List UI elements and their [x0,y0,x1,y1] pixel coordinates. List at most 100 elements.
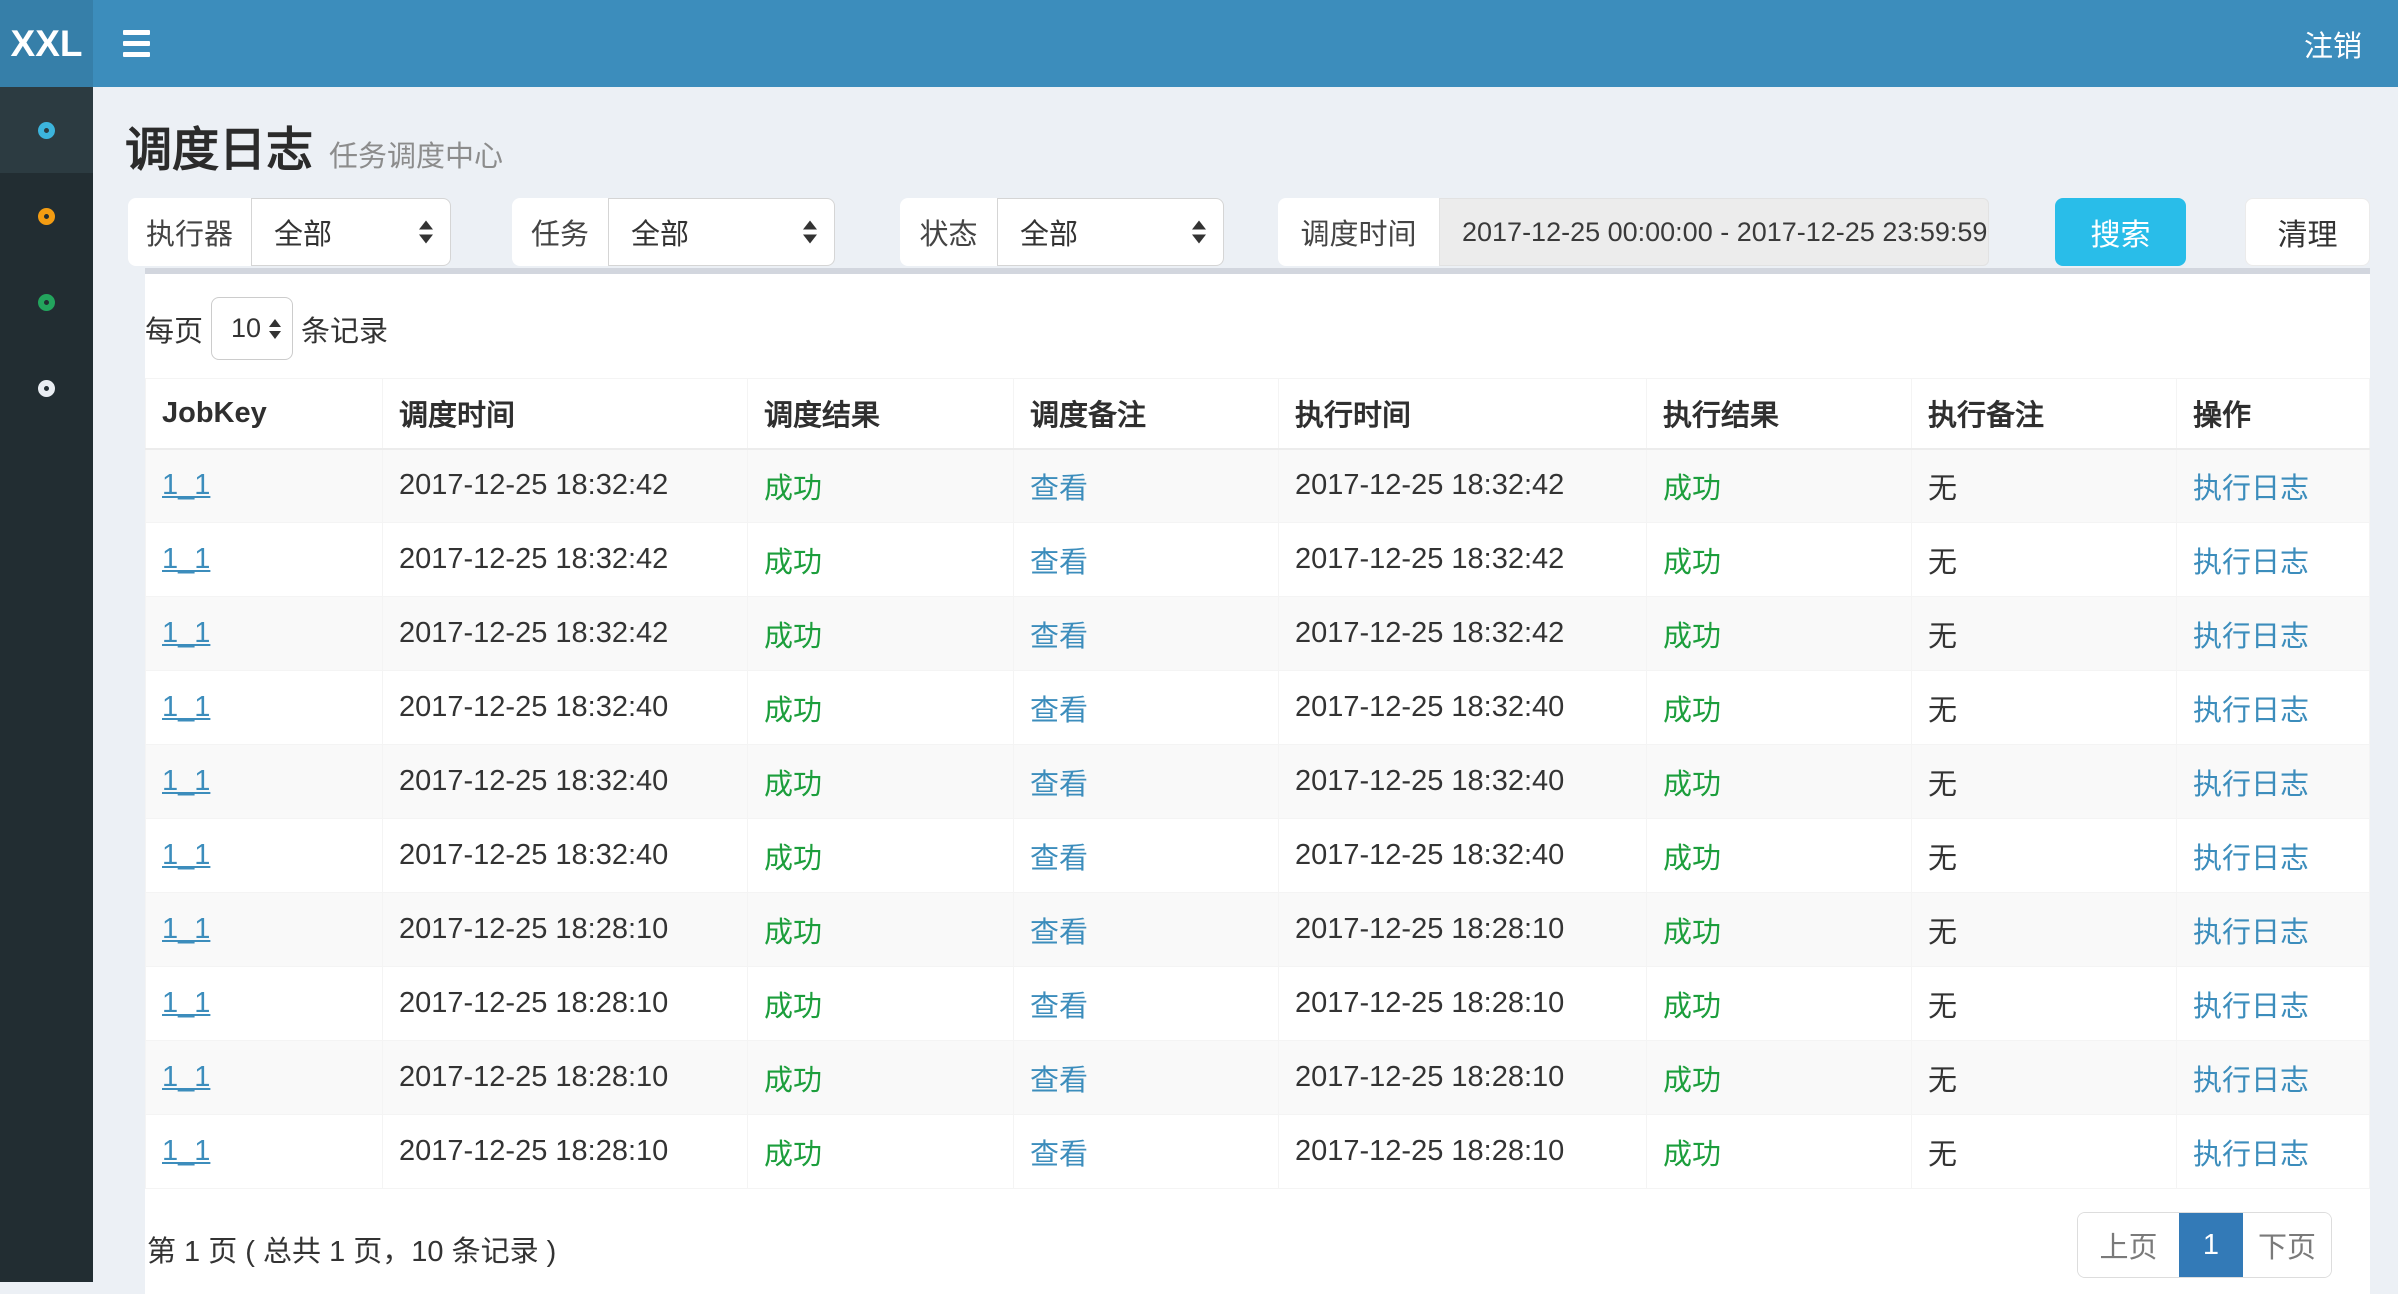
success-status-text: 成功 [1663,1065,1721,1097]
trigger-time-cell: 2017-12-25 18:28:10 [383,1041,748,1115]
view-trigger-msg-link[interactable]: 查看 [1030,547,1088,579]
column-header-trigger-time[interactable]: 调度时间 [383,379,748,449]
column-header-handle-result[interactable]: 执行结果 [1647,379,1912,449]
execution-log-link[interactable]: 执行日志 [2193,843,2309,875]
view-trigger-msg-link[interactable]: 查看 [1030,991,1088,1023]
column-header-jobkey[interactable]: JobKey [146,379,383,449]
page-size-row: 每页 10 条记录 [145,297,388,360]
column-header-handle-msg[interactable]: 执行备注 [1912,379,2177,449]
jobkey-link[interactable]: 1_1 [162,987,210,1019]
clear-button[interactable]: 清理 [2245,198,2370,266]
handle-result-cell: 成功 [1647,1115,1912,1189]
view-trigger-msg-link[interactable]: 查看 [1030,843,1088,875]
page-title: 调度日志 [125,111,313,180]
page-size-suffix: 条记录 [301,308,388,350]
logout-link[interactable]: 注销 [2304,0,2362,87]
sidebar [0,87,93,1282]
view-trigger-msg-link[interactable]: 查看 [1030,621,1088,653]
execution-log-link[interactable]: 执行日志 [2193,769,2309,801]
handle-time-cell: 2017-12-25 18:32:42 [1279,523,1647,597]
search-button[interactable]: 搜索 [2055,198,2186,266]
success-status-text: 成功 [1663,991,1721,1023]
column-header-action[interactable]: 操作 [2177,379,2370,449]
handle-msg-cell: 无 [1912,597,2177,671]
handle-result-cell: 成功 [1647,893,1912,967]
success-status-text: 成功 [764,473,822,505]
trigger-time-cell: 2017-12-25 18:32:40 [383,671,748,745]
column-header-handle-time[interactable]: 执行时间 [1279,379,1647,449]
filter-bar: 执行器 全部 任务 全部 状态 全部 调度时间 2017-12-25 00:00… [93,198,2398,266]
execution-log-link[interactable]: 执行日志 [2193,473,2309,505]
view-trigger-msg-link[interactable]: 查看 [1030,695,1088,727]
handle-result-cell: 成功 [1647,1041,1912,1115]
next-page-button[interactable]: 下页 [2243,1213,2331,1277]
trigger-time-cell: 2017-12-25 18:32:42 [383,597,748,671]
execution-log-link[interactable]: 执行日志 [2193,547,2309,579]
column-header-trigger-msg[interactable]: 调度备注 [1014,379,1279,449]
execution-log-link[interactable]: 执行日志 [2193,991,2309,1023]
status-filter-select[interactable]: 全部 [997,198,1224,266]
handle-result-cell: 成功 [1647,671,1912,745]
execution-log-link[interactable]: 执行日志 [2193,1065,2309,1097]
execution-log-link[interactable]: 执行日志 [2193,621,2309,653]
executor-filter-select[interactable]: 全部 [251,198,451,266]
hamburger-icon [123,30,150,35]
job-filter-group: 任务 全部 [512,198,835,266]
page-size-select[interactable]: 10 [211,297,293,360]
app-logo[interactable]: XXL [0,0,93,87]
view-trigger-msg-link[interactable]: 查看 [1030,769,1088,801]
sidebar-item-2[interactable] [0,173,93,259]
executor-filter-value: 全部 [274,211,332,253]
success-status-text: 成功 [764,843,822,875]
job-filter-value: 全部 [631,211,689,253]
job-filter-select[interactable]: 全部 [608,198,835,266]
view-trigger-msg-link[interactable]: 查看 [1030,917,1088,949]
sidebar-item-1[interactable] [0,87,93,173]
sidebar-item-3[interactable] [0,259,93,345]
jobkey-link[interactable]: 1_1 [162,1135,210,1167]
handle-msg-cell: 无 [1912,1041,2177,1115]
trigger-result-cell: 成功 [748,1041,1014,1115]
view-trigger-msg-link[interactable]: 查看 [1030,473,1088,505]
success-status-text: 成功 [1663,473,1721,505]
handle-time-cell: 2017-12-25 18:28:10 [1279,1041,1647,1115]
handle-result-cell: 成功 [1647,597,1912,671]
jobkey-link[interactable]: 1_1 [162,617,210,649]
status-filter-label: 状态 [900,198,997,266]
jobkey-link[interactable]: 1_1 [162,691,210,723]
trigger-result-cell: 成功 [748,523,1014,597]
sidebar-toggle-button[interactable] [104,0,168,87]
executor-filter-group: 执行器 全部 [128,198,451,266]
view-trigger-msg-link[interactable]: 查看 [1030,1139,1088,1171]
jobkey-link[interactable]: 1_1 [162,839,210,871]
handle-time-cell: 2017-12-25 18:32:42 [1279,449,1647,523]
jobkey-link[interactable]: 1_1 [162,1061,210,1093]
jobkey-link[interactable]: 1_1 [162,765,210,797]
success-status-text: 成功 [764,621,822,653]
page-1-button[interactable]: 1 [2179,1213,2243,1277]
execution-log-link[interactable]: 执行日志 [2193,917,2309,949]
handle-result-cell: 成功 [1647,967,1912,1041]
select-arrows-icon [803,221,817,244]
execution-log-link[interactable]: 执行日志 [2193,695,2309,727]
handle-result-cell: 成功 [1647,523,1912,597]
sidebar-item-4[interactable] [0,345,93,431]
trigger-result-cell: 成功 [748,893,1014,967]
execution-log-link[interactable]: 执行日志 [2193,1139,2309,1171]
jobkey-link[interactable]: 1_1 [162,913,210,945]
table-row: 1_12017-12-25 18:28:10成功查看2017-12-25 18:… [146,967,2370,1041]
handle-msg-cell: 无 [1912,671,2177,745]
prev-page-button[interactable]: 上页 [2078,1213,2179,1277]
trigger-time-range-input[interactable]: 2017-12-25 00:00:00 - 2017-12-25 23:59:5… [1439,198,1989,266]
select-arrows-icon [419,221,433,244]
handle-msg-cell: 无 [1912,449,2177,523]
column-header-trigger-result[interactable]: 调度结果 [748,379,1014,449]
trigger-result-cell: 成功 [748,671,1014,745]
jobkey-link[interactable]: 1_1 [162,469,210,501]
handle-time-cell: 2017-12-25 18:28:10 [1279,893,1647,967]
jobkey-link[interactable]: 1_1 [162,543,210,575]
table-row: 1_12017-12-25 18:28:10成功查看2017-12-25 18:… [146,1115,2370,1189]
view-trigger-msg-link[interactable]: 查看 [1030,1065,1088,1097]
handle-msg-cell: 无 [1912,893,2177,967]
table-row: 1_12017-12-25 18:32:40成功查看2017-12-25 18:… [146,671,2370,745]
